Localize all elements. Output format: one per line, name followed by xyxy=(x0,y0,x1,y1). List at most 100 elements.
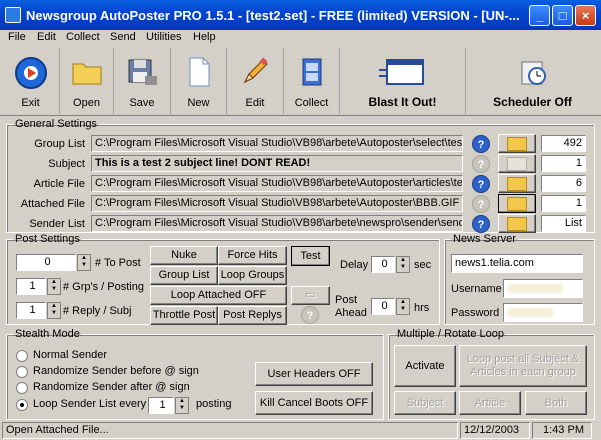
reply-label: # Reply / Subj xyxy=(63,305,132,317)
sender-list-help-icon[interactable]: ? xyxy=(472,215,490,233)
new-document-icon xyxy=(189,57,209,87)
menu-collect[interactable]: Collect xyxy=(66,31,100,43)
close-button[interactable]: × xyxy=(575,5,596,26)
loop-groups-button[interactable]: Loop Groups xyxy=(218,266,287,285)
edit-pencil-icon xyxy=(243,57,268,84)
user-headers-button[interactable]: User Headers OFF xyxy=(255,362,373,386)
password-input[interactable] xyxy=(503,303,583,322)
scheduler-button[interactable]: Scheduler Off xyxy=(466,48,599,114)
general-settings-legend: General Settings xyxy=(15,118,97,130)
menu-send[interactable]: Send xyxy=(110,31,136,43)
new-button[interactable]: New xyxy=(171,48,227,114)
reply-input[interactable]: 1 xyxy=(16,302,46,319)
group-list-count: 492 xyxy=(541,135,586,152)
nuke-button[interactable]: Nuke xyxy=(150,246,218,265)
loop-attached-button[interactable]: Loop Attached OFF xyxy=(150,286,287,305)
loop-sender-label: Loop Sender List every xyxy=(33,398,147,410)
normal-sender-radio[interactable] xyxy=(16,350,28,362)
attached-file-label: Attached File xyxy=(20,198,85,210)
grps-input[interactable]: 1 xyxy=(16,278,46,295)
randomize-before-radio[interactable] xyxy=(16,366,28,378)
save-button[interactable]: Save xyxy=(114,48,171,114)
folder-icon xyxy=(507,137,527,151)
menu-bar: File Edit Collect Send Utilities Help xyxy=(0,30,601,47)
grps-spinner[interactable]: ▲ ▼ xyxy=(47,278,61,295)
password-label: Password xyxy=(451,307,500,319)
minimize-button[interactable]: _ xyxy=(529,5,550,26)
delay-unit: sec xyxy=(414,259,432,271)
group-list-button[interactable]: Group List xyxy=(150,266,218,285)
loop-article-button: Article xyxy=(459,391,521,415)
to-post-label: # To Post xyxy=(95,257,141,269)
username-obscured xyxy=(508,284,563,293)
delay-spinner[interactable]: ▲ ▼ xyxy=(396,256,410,273)
collect-button[interactable]: Collect xyxy=(284,48,340,114)
post-replys-button[interactable]: Post Replys xyxy=(218,306,287,325)
sender-list-browse-button[interactable] xyxy=(498,214,536,233)
post-ahead-input[interactable]: 0 xyxy=(371,298,395,315)
to-post-spinner[interactable]: ▲ ▼ xyxy=(77,254,91,271)
loop-sender-radio[interactable] xyxy=(16,399,28,411)
loop-sender-spinner[interactable]: ▲ ▼ xyxy=(175,397,189,414)
menu-edit[interactable]: Edit xyxy=(37,31,56,43)
kill-cancel-boots-button[interactable]: Kill Cancel Boots OFF xyxy=(255,391,373,415)
attached-file-browse-button[interactable] xyxy=(498,194,536,213)
force-hits-button[interactable]: Force Hits xyxy=(218,246,287,265)
post-ahead-spinner[interactable]: ▲ ▼ xyxy=(396,298,410,315)
server-input[interactable]: news1.telia.com xyxy=(451,254,583,273)
randomize-after-label: Randomize Sender after @ sign xyxy=(33,381,190,393)
group-list-browse-button[interactable] xyxy=(498,134,536,153)
folder-icon xyxy=(507,217,527,231)
delay-input[interactable]: 0 xyxy=(371,256,395,273)
menu-utilities[interactable]: Utilities xyxy=(146,31,181,43)
maximize-button[interactable]: □ xyxy=(552,5,573,26)
sender-list-label: Sender List xyxy=(29,218,85,230)
activate-button[interactable]: Activate xyxy=(394,345,456,387)
subject-field[interactable]: This is a test 2 subject line! DONT READ… xyxy=(91,155,463,172)
attached-file-field[interactable]: C:\Program Files\Microsoft Visual Studio… xyxy=(91,195,463,212)
folder-icon xyxy=(507,177,527,191)
username-input[interactable] xyxy=(503,279,583,298)
group-list-help-icon[interactable]: ? xyxy=(472,135,490,153)
stealth-mode-legend: Stealth Mode xyxy=(15,328,80,340)
grps-label: # Grp's / Posting xyxy=(63,281,144,293)
attached-file-count: 1 xyxy=(541,195,586,212)
loop-all-button: Loop post all Subject & Articles in each… xyxy=(459,345,587,387)
exit-button[interactable]: Exit xyxy=(2,48,60,114)
subject-count: 1 xyxy=(541,155,586,172)
article-file-browse-button[interactable] xyxy=(498,174,536,193)
attached-file-help-icon: ? xyxy=(472,195,490,213)
article-file-count: 6 xyxy=(541,175,586,192)
menu-help[interactable]: Help xyxy=(193,31,216,43)
throttle-post-button[interactable]: Throttle Post xyxy=(150,306,218,325)
open-button[interactable]: Open xyxy=(60,48,114,114)
randomize-after-radio[interactable] xyxy=(16,382,28,394)
article-file-help-icon[interactable]: ? xyxy=(472,175,490,193)
save-floppy-icon xyxy=(128,59,157,85)
folder-icon xyxy=(507,197,527,211)
exit-icon xyxy=(14,57,47,89)
collect-cabinet-icon xyxy=(302,58,321,86)
loop-sender-input[interactable]: 1 xyxy=(148,397,174,414)
article-file-field[interactable]: C:\Program Files\Microsoft Visual Studio… xyxy=(91,175,463,192)
subject-help-icon: ? xyxy=(472,155,490,173)
open-folder-icon xyxy=(72,63,101,85)
blast-it-out-button[interactable]: Blast It Out! xyxy=(340,48,466,114)
post-settings-legend: Post Settings xyxy=(15,233,80,245)
test-button[interactable]: Test xyxy=(291,246,330,266)
group-list-label: Group List xyxy=(34,138,85,150)
group-list-field[interactable]: C:\Program Files\Microsoft Visual Studio… xyxy=(91,135,463,152)
edit-button[interactable]: Edit xyxy=(227,48,284,114)
to-post-input[interactable]: 0 xyxy=(16,254,76,271)
status-date: 12/12/2003 xyxy=(460,422,530,439)
username-label: Username xyxy=(451,283,502,295)
sender-list-field[interactable]: C:\Program Files\Microsoft Visual Studio… xyxy=(91,215,463,232)
attach-preview-button: ▭ xyxy=(291,286,330,305)
posting-label: posting xyxy=(196,398,232,410)
blast-window-icon xyxy=(378,59,424,85)
loop-both-button: Both xyxy=(525,391,587,415)
post-ahead-unit: hrs xyxy=(414,302,430,314)
status-bar: Open Attached File... 12/12/2003 1:43 PM xyxy=(0,420,601,440)
reply-spinner[interactable]: ▲ ▼ xyxy=(47,302,61,319)
menu-file[interactable]: File xyxy=(8,31,26,43)
